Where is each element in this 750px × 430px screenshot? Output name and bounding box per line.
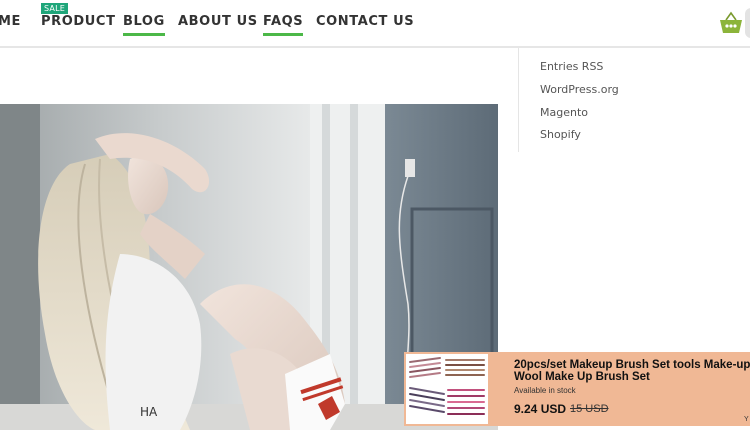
- nav-item-blog[interactable]: BLOG: [123, 14, 165, 36]
- sidebar-link-shopify[interactable]: Shopify: [540, 128, 581, 141]
- product-title[interactable]: 20pcs/set Makeup Brush Set tools Make-up…: [514, 359, 750, 383]
- sidebar-link-entries-rss[interactable]: Entries RSS: [540, 60, 603, 73]
- stock-status: Available in stock: [514, 386, 576, 395]
- basket-icon[interactable]: [718, 10, 744, 36]
- sidebar-meta: Entries RSS WordPress.org Magento Shopif…: [518, 48, 750, 152]
- product-old-price: 15 USD: [570, 403, 609, 415]
- sale-badge: SALE: [41, 3, 69, 14]
- sidebar-link-magento[interactable]: Magento: [540, 106, 588, 119]
- shirt-text: HA: [140, 405, 158, 419]
- product-title-line2: Wool Make Up Brush Set: [514, 371, 650, 383]
- nav-item-faqs[interactable]: FAQS: [263, 14, 304, 36]
- nav-item-home[interactable]: ME: [0, 14, 21, 29]
- product-thumbnail[interactable]: [406, 354, 488, 424]
- nav-item-about-us[interactable]: ABOUT US: [178, 14, 258, 29]
- sidebar-link-wordpress[interactable]: WordPress.org: [540, 83, 619, 96]
- product-price: 9.24 USD: [514, 402, 567, 416]
- popup-edge-text: Y: [744, 416, 749, 423]
- nav-item-product[interactable]: PRODUCT: [41, 14, 116, 29]
- main-nav: ME PRODUCT SALE BLOG ABOUT US FAQS CONTA…: [0, 0, 750, 48]
- nav-item-contact-us[interactable]: CONTACT US: [316, 14, 414, 29]
- product-popup[interactable]: 20pcs/set Makeup Brush Set tools Make-up…: [404, 352, 750, 426]
- product-title-line1: 20pcs/set Makeup Brush Set tools Make-up…: [514, 359, 750, 371]
- makeup-brushes-image: [406, 354, 488, 424]
- cart-count-bubble[interactable]: [745, 8, 750, 38]
